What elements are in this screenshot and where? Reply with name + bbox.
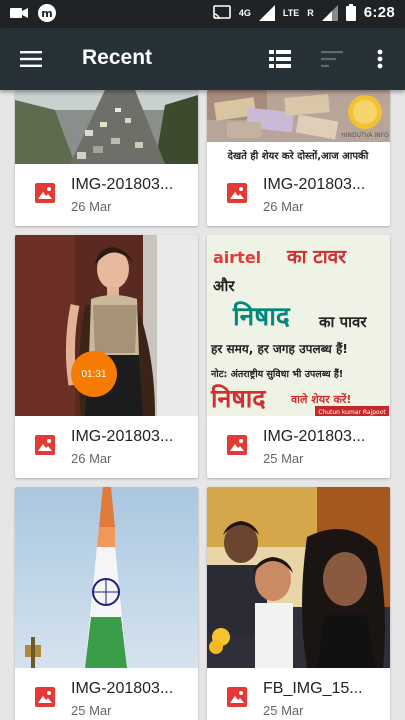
file-date: 25 Mar — [263, 451, 304, 466]
menu-button[interactable] — [12, 42, 50, 76]
network-type: 4G — [238, 7, 251, 18]
file-card[interactable]: HINDUTVA INFO देखते ही शेयर करे दोस्तों,… — [207, 90, 390, 226]
clock: 6:28 — [363, 4, 395, 21]
card-meta: IMG-201803... 25 Mar — [15, 668, 198, 720]
app-bar: Recent — [0, 28, 405, 90]
file-card[interactable]: airtel का टावर और निषाद का पावर हर समय, … — [207, 235, 390, 478]
poster-credit: Chutun kumar Rajpoot — [318, 409, 386, 416]
file-name: IMG-201803... — [263, 176, 366, 193]
poster-line2: और — [213, 277, 235, 295]
cast-icon — [213, 4, 231, 19]
image-icon — [227, 183, 247, 203]
image-icon — [35, 435, 55, 455]
file-card[interactable]: IMG-201803... 26 Mar — [15, 90, 198, 226]
file-date: 26 Mar — [71, 451, 112, 466]
poster-line8: वाले शेयर करें! — [290, 392, 351, 406]
image-icon — [35, 687, 55, 707]
file-name: FB_IMG_15... — [263, 680, 363, 697]
thumbnail-tower — [15, 487, 198, 668]
card-meta: IMG-201803... 25 Mar — [207, 416, 390, 478]
brand-text: HINDUTVA INFO — [341, 132, 389, 139]
roaming-label: R — [307, 7, 314, 18]
thumbnail-selfie — [207, 487, 390, 668]
video-duration-badge: 01:31 — [71, 351, 117, 397]
poster-line5: हर समय, हर जगह उपलब्ध हैं! — [210, 342, 348, 356]
sort-icon — [321, 51, 343, 67]
file-name: IMG-201803... — [71, 428, 174, 445]
app-notification-icon: m — [38, 4, 56, 22]
status-bar: m 4G LTE R 6:28 — [0, 0, 405, 28]
list-view-icon — [269, 50, 291, 68]
file-card[interactable]: FB_IMG_15... 25 Mar — [207, 487, 390, 720]
card-meta: IMG-201803... 26 Mar — [15, 164, 198, 226]
lte-label: LTE — [282, 7, 300, 18]
card-meta: IMG-201803... 26 Mar — [207, 164, 390, 226]
file-date: 26 Mar — [263, 199, 304, 214]
signal-icon-2 — [321, 4, 338, 21]
hamburger-icon — [20, 51, 42, 67]
poster-line4: का पावर — [318, 313, 367, 331]
signal-icon-1 — [258, 4, 275, 21]
file-date: 26 Mar — [71, 199, 112, 214]
thumbnail-caption: देखते ही शेयर करे दोस्तों,आज आपकी — [227, 149, 369, 162]
poster-line6: नोट: अंतराष्ट्रीय सुविधा भी उपलब्ध हैं! — [210, 368, 343, 380]
file-card[interactable]: 01:31 IMG-201803... 26 Mar — [15, 235, 198, 478]
card-meta: IMG-201803... 26 Mar — [15, 416, 198, 478]
image-icon — [227, 687, 247, 707]
file-name: IMG-201803... — [71, 176, 174, 193]
video-camera-icon — [10, 8, 28, 18]
poster-airtel: airtel — [213, 248, 261, 267]
thumbnail-traffic — [15, 90, 198, 164]
poster-line1: का टावर — [286, 246, 347, 268]
list-view-button[interactable] — [264, 44, 296, 74]
more-vert-icon — [377, 49, 383, 69]
svg-text:m: m — [41, 7, 52, 20]
file-date: 25 Mar — [71, 703, 112, 718]
poster-line7: निषाद — [210, 384, 266, 413]
battery-icon — [345, 4, 356, 21]
file-name: IMG-201803... — [263, 428, 366, 445]
card-meta: FB_IMG_15... 25 Mar — [207, 668, 390, 720]
file-date: 25 Mar — [263, 703, 304, 718]
more-options-button[interactable] — [366, 44, 394, 74]
thumbnail-portrait: 01:31 — [15, 235, 198, 416]
image-icon — [35, 183, 55, 203]
recent-grid: IMG-201803... 26 Mar HINDUTVA INFO देखते… — [0, 90, 405, 720]
file-name: IMG-201803... — [71, 680, 174, 697]
page-title: Recent — [82, 46, 153, 69]
image-icon — [227, 435, 247, 455]
file-card[interactable]: IMG-201803... 25 Mar — [15, 487, 198, 720]
thumbnail-poster: airtel का टावर और निषाद का पावर हर समय, … — [207, 235, 390, 416]
thumbnail-money: HINDUTVA INFO देखते ही शेयर करे दोस्तों,… — [207, 90, 390, 164]
poster-line3: निषाद — [232, 301, 291, 332]
sort-button[interactable] — [316, 44, 348, 74]
